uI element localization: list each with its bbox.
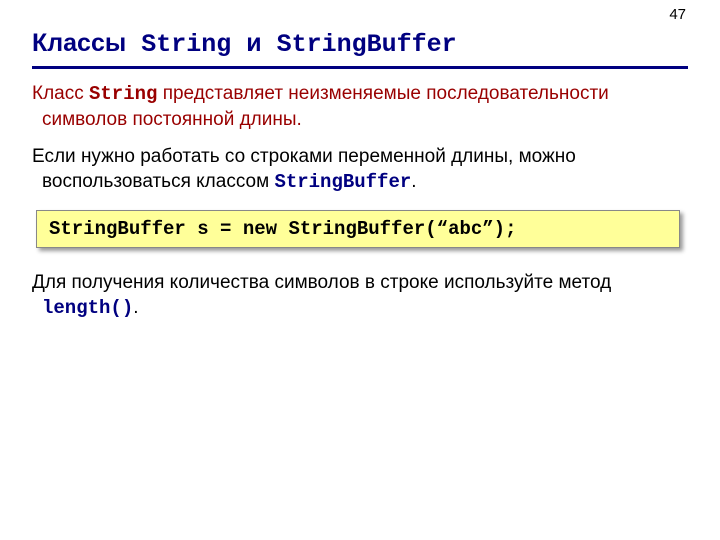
- slide: 47 Классы String и StringBuffer Класс St…: [0, 0, 720, 540]
- code-string: String: [89, 83, 157, 105]
- code-example-box: StringBuffer s = new StringBuffer(“abc”)…: [36, 210, 680, 248]
- title-code-stringbuffer: StringBuffer: [262, 30, 457, 59]
- paragraph-stringbuffer-desc: Если нужно работать со строками переменн…: [32, 144, 688, 195]
- text-run: Класс: [32, 83, 89, 104]
- slide-title: Классы String и StringBuffer: [32, 28, 688, 69]
- code-line: StringBuffer s = new StringBuffer(“abc”)…: [49, 218, 516, 240]
- page-number: 47: [669, 6, 686, 23]
- paragraph-string-desc: Класс String представляет неизменяемые п…: [32, 81, 688, 132]
- title-word-klassy: Классы: [32, 29, 126, 57]
- code-stringbuffer: StringBuffer: [274, 171, 411, 193]
- text-run: Для получения количества символов в стро…: [32, 272, 611, 293]
- code-length: length(): [42, 297, 133, 319]
- title-word-i: и: [246, 29, 261, 57]
- title-code-string: String: [126, 30, 246, 59]
- paragraph-length-desc: Для получения количества символов в стро…: [32, 270, 688, 321]
- text-run: .: [133, 297, 138, 318]
- text-run: .: [411, 171, 416, 192]
